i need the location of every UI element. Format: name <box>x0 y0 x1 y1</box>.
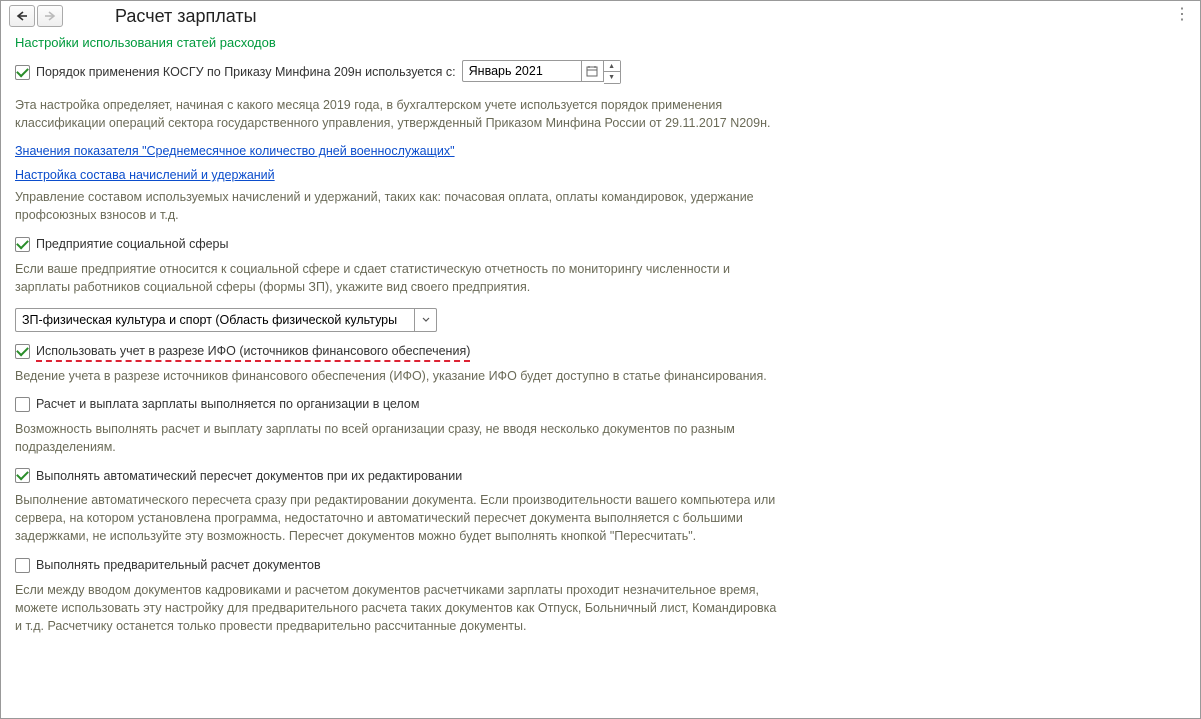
date-spinner-up[interactable]: ▲ <box>604 61 620 72</box>
calendar-button[interactable] <box>582 60 604 82</box>
ifo-checkbox[interactable] <box>15 344 30 359</box>
social-enterprise-label: Предприятие социальной сферы <box>36 237 229 251</box>
autorecalc-checkbox[interactable] <box>15 468 30 483</box>
chevron-down-icon <box>422 317 430 323</box>
precalc-label: Выполнять предварительный расчет докумен… <box>36 558 321 572</box>
kosgu-checkbox[interactable] <box>15 65 30 80</box>
enterprise-type-select[interactable] <box>15 308 415 332</box>
precalc-checkbox[interactable] <box>15 558 30 573</box>
section-heading: Настройки использования статей расходов <box>15 35 1186 50</box>
accruals-description: Управление составом используемых начисле… <box>15 188 785 224</box>
autorecalc-description: Выполнение автоматического пересчета сра… <box>15 491 785 545</box>
page-title: Расчет зарплаты <box>115 6 257 27</box>
social-enterprise-description: Если ваше предприятие относится к социал… <box>15 260 785 296</box>
nav-forward-button[interactable] <box>37 5 63 27</box>
org-whole-checkbox[interactable] <box>15 397 30 412</box>
arrow-right-icon <box>44 11 56 21</box>
org-whole-description: Возможность выполнять расчет и выплату з… <box>15 420 785 456</box>
org-whole-label: Расчет и выплата зарплаты выполняется по… <box>36 397 419 411</box>
calendar-icon <box>586 65 598 77</box>
ifo-label: Использовать учет в разрезе ИФО (источни… <box>36 344 470 358</box>
enterprise-type-dropdown-button[interactable] <box>415 308 437 332</box>
arrow-left-icon <box>16 11 28 21</box>
link-accruals-config[interactable]: Настройка состава начислений и удержаний <box>15 168 275 182</box>
link-indicator-values[interactable]: Значения показателя "Среднемесячное коли… <box>15 144 455 158</box>
date-spinner-down[interactable]: ▼ <box>604 72 620 83</box>
kebab-menu-icon[interactable]: ⋮ <box>1174 7 1190 23</box>
kosgu-description: Эта настройка определяет, начиная с како… <box>15 96 785 132</box>
kosgu-label: Порядок применения КОСГУ по Приказу Минф… <box>36 65 456 79</box>
social-enterprise-checkbox[interactable] <box>15 237 30 252</box>
nav-back-button[interactable] <box>9 5 35 27</box>
kosgu-date-input[interactable] <box>462 60 582 82</box>
autorecalc-label: Выполнять автоматический пересчет докуме… <box>36 469 462 483</box>
precalc-description: Если между вводом документов кадровиками… <box>15 581 785 635</box>
ifo-description: Ведение учета в разрезе источников финан… <box>15 367 785 385</box>
